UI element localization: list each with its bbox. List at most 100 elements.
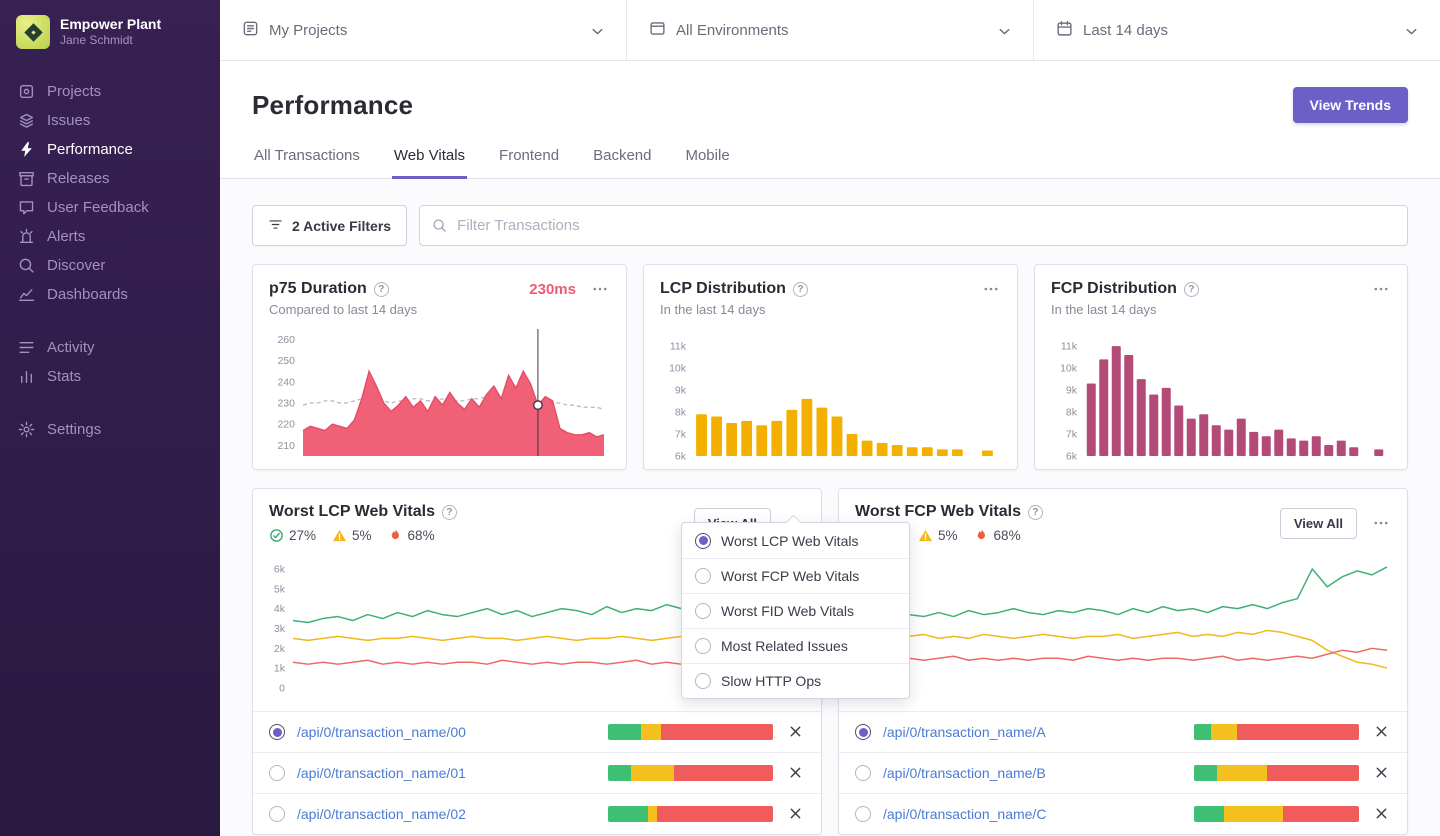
dropdown-option[interactable]: Most Related Issues	[682, 628, 909, 663]
close-icon	[788, 724, 803, 739]
fcp-dist-menu-button[interactable]	[1371, 279, 1391, 299]
dropdown-option-label: Most Related Issues	[721, 638, 848, 654]
p75-card-menu-button[interactable]	[590, 279, 610, 299]
view-trends-button[interactable]: View Trends	[1293, 87, 1408, 123]
p75-svg: 210220230240250260	[269, 325, 610, 461]
lcp-dist-menu-button[interactable]	[981, 279, 1001, 299]
dropdown-option[interactable]: Worst FID Web Vitals	[682, 593, 909, 628]
remove-transaction-button[interactable]	[785, 804, 805, 824]
summary-cards-row: p75 Duration 230ms Compared to last 14 d…	[252, 264, 1408, 470]
tab-all-transactions[interactable]: All Transactions	[252, 147, 362, 179]
active-filters-button[interactable]: 2 Active Filters	[252, 205, 407, 246]
ellipsis-menu-icon	[1373, 515, 1389, 531]
calendar-icon	[1056, 20, 1073, 37]
dropdown-option-radio[interactable]	[695, 533, 711, 549]
transaction-link[interactable]: /api/0/transaction_name/00	[297, 724, 596, 740]
transaction-link[interactable]: /api/0/transaction_name/01	[297, 765, 596, 781]
svg-text:230: 230	[277, 397, 295, 409]
sidebar-item-releases[interactable]: Releases	[0, 164, 220, 193]
sidebar-item-label: Releases	[47, 170, 110, 188]
worst-fcp-chart: 01k2k3k4k5k6k	[845, 551, 1393, 693]
sidebar-item-label: Dashboards	[47, 286, 128, 304]
help-icon[interactable]	[793, 282, 808, 297]
dropdown-option-radio[interactable]	[695, 673, 711, 689]
sidebar-item-label: Discover	[47, 257, 105, 275]
tab-backend[interactable]: Backend	[591, 147, 653, 179]
dropdown-option-radio[interactable]	[695, 603, 711, 619]
app-root: Empower Plant Jane Schmidt Projects Issue…	[0, 0, 1440, 836]
dropdown-option[interactable]: Slow HTTP Ops	[682, 663, 909, 698]
remove-transaction-button[interactable]	[1371, 722, 1391, 742]
sidebar-item-stats[interactable]: Stats	[0, 362, 220, 391]
dropdown-option-radio[interactable]	[695, 568, 711, 584]
meh-segment	[1217, 765, 1267, 781]
page-title: Performance	[252, 90, 413, 121]
good-segment	[608, 765, 631, 781]
project-filter-dropdown[interactable]: My Projects	[220, 0, 627, 60]
dropdown-option[interactable]: Worst FCP Web Vitals	[682, 558, 909, 593]
transaction-link[interactable]: /api/0/transaction_name/A	[883, 724, 1182, 740]
org-logo-icon	[16, 15, 50, 49]
fire-icon	[388, 528, 403, 543]
sidebar-nav-secondary: ActivityStats	[0, 333, 220, 391]
chevron-down-icon	[996, 23, 1013, 40]
sidebar-item-settings[interactable]: Settings	[0, 415, 220, 444]
tab-frontend[interactable]: Frontend	[497, 147, 561, 179]
svg-text:260: 260	[277, 334, 295, 346]
svg-text:9k: 9k	[1066, 385, 1078, 397]
help-icon[interactable]	[374, 282, 389, 297]
transaction-link[interactable]: /api/0/transaction_name/02	[297, 806, 596, 822]
sidebar-item-projects[interactable]: Projects	[0, 77, 220, 106]
help-icon[interactable]	[1028, 505, 1043, 520]
ellipsis-menu-icon	[983, 281, 999, 297]
transaction-row: /api/0/transaction_name/01	[253, 752, 821, 793]
remove-transaction-button[interactable]	[1371, 763, 1391, 783]
transaction-radio[interactable]	[269, 806, 285, 822]
sidebar-item-dashboards[interactable]: Dashboards	[0, 280, 220, 309]
dropdown-option-radio[interactable]	[695, 638, 711, 654]
meh-segment	[648, 806, 658, 822]
svg-text:10k: 10k	[1060, 363, 1078, 375]
help-icon[interactable]	[1184, 282, 1199, 297]
transaction-link[interactable]: /api/0/transaction_name/B	[883, 765, 1182, 781]
sidebar-item-label: Issues	[47, 112, 90, 130]
fcp-view-all-button[interactable]: View All	[1280, 508, 1357, 539]
sidebar-item-alerts[interactable]: Alerts	[0, 222, 220, 251]
card-title: FCP Distribution	[1051, 280, 1177, 298]
transaction-radio[interactable]	[269, 765, 285, 781]
transaction-radio[interactable]	[269, 724, 285, 740]
date-range-dropdown[interactable]: Last 14 days	[1034, 0, 1440, 60]
vital-stat-value: 27%	[289, 528, 316, 543]
sidebar-item-activity[interactable]: Activity	[0, 333, 220, 362]
fcp-card-menu-button[interactable]	[1371, 513, 1391, 533]
svg-text:250: 250	[277, 355, 295, 367]
org-switcher[interactable]: Empower Plant Jane Schmidt	[0, 0, 220, 61]
search-input[interactable]	[419, 205, 1408, 246]
transaction-radio[interactable]	[855, 806, 871, 822]
transaction-radio[interactable]	[855, 765, 871, 781]
remove-transaction-button[interactable]	[1371, 804, 1391, 824]
card-title: Worst FCP Web Vitals	[855, 503, 1021, 521]
discover-icon	[18, 257, 35, 274]
vital-stat: 27%	[269, 528, 316, 543]
remove-transaction-button[interactable]	[785, 722, 805, 742]
good-segment	[1194, 724, 1211, 740]
vital-stat-value: 68%	[994, 528, 1021, 543]
remove-transaction-button[interactable]	[785, 763, 805, 783]
environment-filter-dropdown[interactable]: All Environments	[627, 0, 1034, 60]
dropdown-option[interactable]: Worst LCP Web Vitals	[682, 523, 909, 558]
card-title: Worst LCP Web Vitals	[269, 503, 435, 521]
sidebar-item-label: Performance	[47, 141, 133, 159]
help-icon[interactable]	[442, 505, 457, 520]
tab-mobile[interactable]: Mobile	[683, 147, 731, 179]
svg-text:4k: 4k	[274, 603, 286, 615]
transaction-link[interactable]: /api/0/transaction_name/C	[883, 806, 1182, 822]
sidebar-item-user-feedback[interactable]: User Feedback	[0, 193, 220, 222]
transaction-radio[interactable]	[855, 724, 871, 740]
sidebar-item-performance[interactable]: Performance	[0, 135, 220, 164]
meh-segment	[1224, 806, 1283, 822]
sidebar-item-issues[interactable]: Issues	[0, 106, 220, 135]
sidebar-item-discover[interactable]: Discover	[0, 251, 220, 280]
tab-web-vitals[interactable]: Web Vitals	[392, 147, 467, 179]
close-icon	[788, 806, 803, 821]
